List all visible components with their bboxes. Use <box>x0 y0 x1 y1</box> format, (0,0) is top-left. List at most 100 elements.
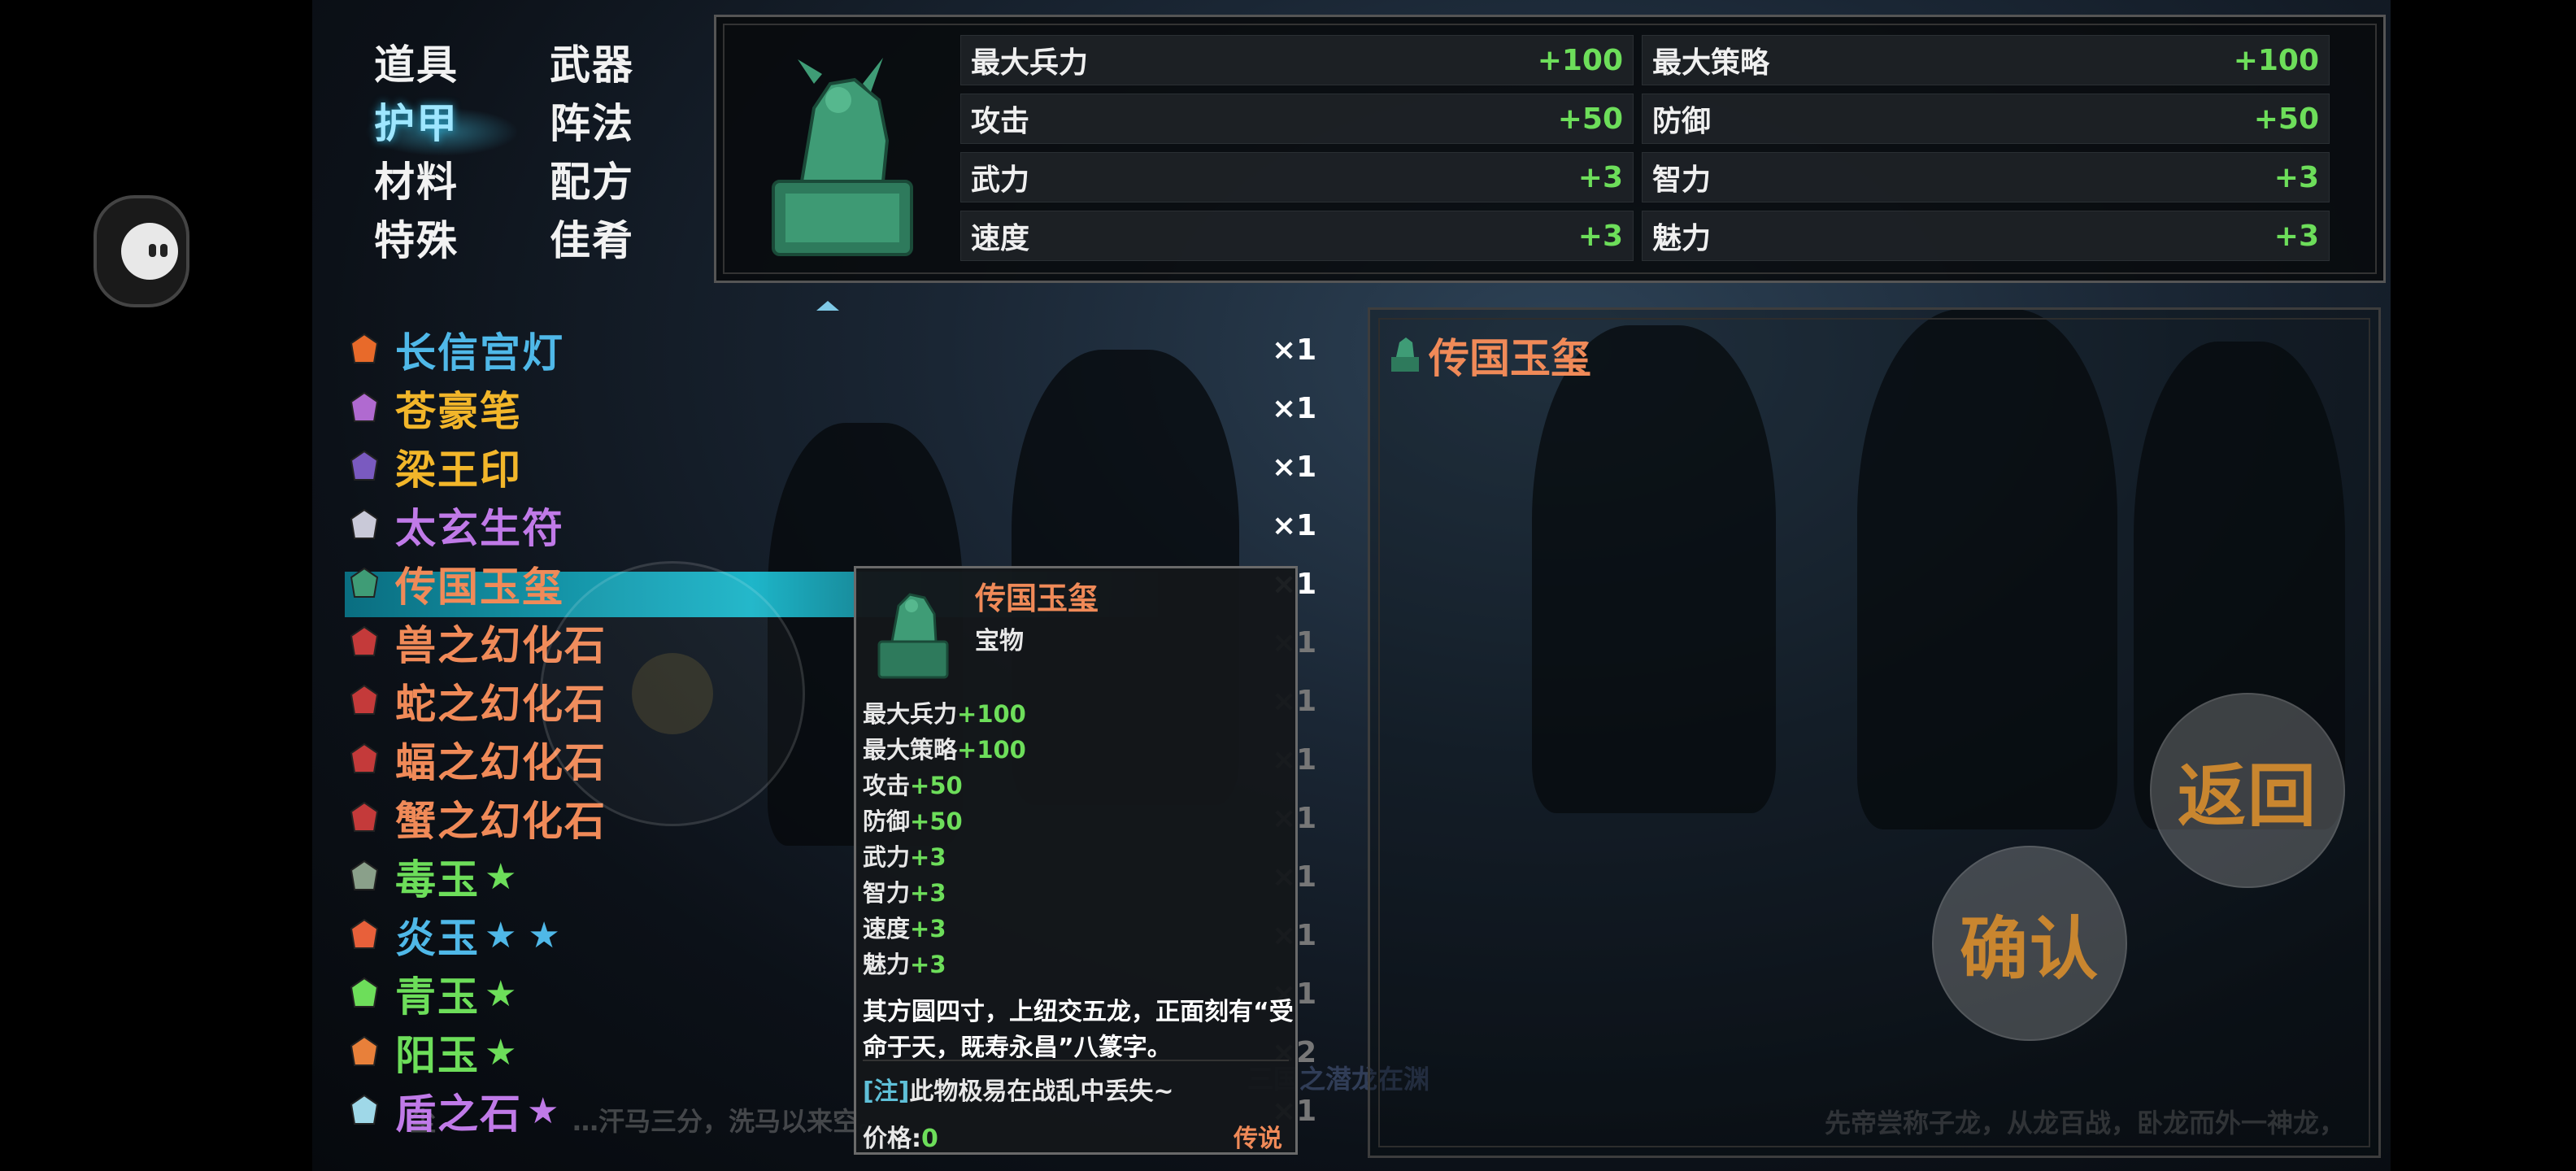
stat-label: 最大兵力 <box>971 46 1089 80</box>
tooltip-stat-label: 攻击 <box>863 772 911 799</box>
tooltip-stat-label: 速度 <box>863 915 911 942</box>
jade-seal-icon <box>864 575 962 681</box>
stat-label: 速度 <box>971 222 1030 255</box>
shield-stone-icon <box>345 1091 384 1130</box>
virtual-joystick[interactable] <box>540 561 805 826</box>
item-row[interactable]: 苍豪笔 <box>345 382 522 435</box>
item-stars: ★ <box>485 855 517 898</box>
category-formations[interactable]: 阵法 <box>550 91 634 150</box>
tooltip-stat-value: +100 <box>957 736 1026 764</box>
item-row[interactable]: 盾之石 ★ <box>345 1085 559 1138</box>
stat-value: +50 <box>1557 102 1623 136</box>
stat-charm: 魅力 +3 <box>1642 211 2330 261</box>
tooltip-divider <box>863 1060 1289 1061</box>
tooltip-item-type: 宝物 <box>975 627 1024 655</box>
game-viewport: 尘 …汗马三分，洗马以来空。 三国之潜龙在渊 先帝尝称子龙，从龙百战，卧龙而外一… <box>312 0 2391 1171</box>
stat-value: +50 <box>2253 102 2319 136</box>
item-name: 蟹之幻化石 <box>395 798 607 845</box>
stat-defense: 防御 +50 <box>1642 94 2330 144</box>
stat-max-strategy: 最大策略 +100 <box>1642 35 2330 85</box>
tooltip-stat-label: 武力 <box>863 843 911 871</box>
item-name: 青玉 <box>395 973 480 1021</box>
tooltip-rarity: 传说 <box>1234 1125 1282 1153</box>
talisman-icon <box>345 506 384 545</box>
item-row[interactable]: 长信宫灯 <box>345 324 564 377</box>
poison-gem-icon <box>345 857 384 896</box>
item-quantity: ×1 <box>1272 333 1317 367</box>
stat-label: 最大策略 <box>1652 46 1770 80</box>
item-row[interactable]: 青玉 ★ <box>345 968 516 1021</box>
tooltip-note-text: 此物极易在战乱中丢失~ <box>909 1077 1174 1106</box>
stat-label: 魅力 <box>1652 222 1712 255</box>
stat-value: +100 <box>2233 43 2319 77</box>
tooltip-stat-value: +3 <box>910 843 946 871</box>
stat-label: 智力 <box>1652 163 1712 197</box>
snake-mask-icon <box>345 681 384 720</box>
floating-assistant-button[interactable] <box>94 195 189 307</box>
selected-item-stats-panel: 最大兵力 +100 最大策略 +100 攻击 +50 防御 +50 武力 +3 … <box>714 15 2386 283</box>
crab-mask-icon <box>345 799 384 838</box>
item-name: 苍豪笔 <box>395 388 522 435</box>
tooltip-price-label: 价格: <box>863 1125 921 1153</box>
tooltip-stat-value: +50 <box>910 772 963 799</box>
tooltip-stat-label: 魅力 <box>863 951 911 978</box>
back-button[interactable]: 返回 <box>2150 693 2345 888</box>
scroll-up-icon[interactable] <box>816 301 839 311</box>
tooltip-note: [注]此物极易在战乱中丢失~ <box>863 1071 1174 1107</box>
item-stars: ★ <box>527 1090 559 1132</box>
jade-seal-icon <box>741 35 944 263</box>
item-name: 炎玉 <box>395 915 480 962</box>
item-row[interactable]: 蟹之幻化石 <box>345 792 607 845</box>
item-row[interactable]: 毒玉 ★ <box>345 851 516 903</box>
stat-label: 武力 <box>971 163 1030 197</box>
item-row[interactable]: 炎玉 ★ ★ <box>345 909 560 962</box>
stat-attack: 攻击 +50 <box>960 94 1634 144</box>
tooltip-stat-value: +100 <box>957 700 1026 728</box>
item-name: 梁王印 <box>395 446 522 494</box>
tooltip-stat-label: 最大兵力 <box>863 700 958 728</box>
tooltip-description: 其方圆四寸，上纽交五龙，正面刻有“受命于天，既寿永昌”八篆字。 <box>863 998 1294 1062</box>
confirm-button[interactable]: 确认 <box>1932 846 2127 1041</box>
category-props[interactable]: 道具 <box>374 33 459 91</box>
detail-item-title: 传国玉玺 <box>1429 335 1591 382</box>
tooltip-stat: 智力+3 <box>863 874 946 908</box>
item-stars: ★ <box>485 1031 517 1073</box>
item-row[interactable]: 阳玉 ★ <box>345 1026 517 1079</box>
item-row[interactable]: 传国玉玺 <box>345 558 564 611</box>
category-special[interactable]: 特殊 <box>374 208 459 267</box>
tooltip-stat: 最大兵力+100 <box>863 695 1026 729</box>
item-name: 长信宫灯 <box>395 329 564 377</box>
tooltip-price-value: 0 <box>921 1125 938 1153</box>
brush-icon <box>345 389 384 428</box>
item-row[interactable]: 梁王印 <box>345 441 522 494</box>
item-stars: ★ ★ <box>485 914 560 956</box>
tooltip-item-name: 传国玉玺 <box>975 581 1099 616</box>
jade-seal-icon <box>1386 331 1424 373</box>
category-armor[interactable]: 护甲 <box>374 91 459 150</box>
item-row[interactable]: 太玄生符 <box>345 499 564 552</box>
tooltip-stat: 防御+50 <box>863 803 963 837</box>
category-cuisine[interactable]: 佳肴 <box>550 208 634 267</box>
stat-value: +3 <box>2274 219 2319 253</box>
tooltip-stat: 速度+3 <box>863 910 946 944</box>
tooltip-stat-value: +50 <box>910 808 963 835</box>
ghost-face-icon <box>121 223 178 280</box>
category-weapons[interactable]: 武器 <box>550 33 634 91</box>
item-name: 阳玉 <box>395 1032 480 1079</box>
tooltip-price: 价格:0 <box>863 1118 938 1154</box>
category-materials[interactable]: 材料 <box>374 150 459 208</box>
seal-icon <box>345 447 384 486</box>
bat-mask-icon <box>345 740 384 779</box>
ticker-left: …汗马三分，洗马以来空。 <box>572 1106 886 1137</box>
fire-gem-icon <box>345 916 384 955</box>
item-quantity: ×1 <box>1272 451 1317 484</box>
tooltip-stat-label: 防御 <box>863 808 911 835</box>
category-recipes[interactable]: 配方 <box>550 150 634 208</box>
tooltip-stat-label: 最大策略 <box>863 736 958 764</box>
stat-force: 武力 +3 <box>960 152 1634 202</box>
stat-value: +3 <box>2274 160 2319 194</box>
item-name: 太玄生符 <box>395 505 564 552</box>
green-gem-icon <box>345 974 384 1013</box>
joystick-knob[interactable] <box>632 653 713 734</box>
stat-speed: 速度 +3 <box>960 211 1634 261</box>
